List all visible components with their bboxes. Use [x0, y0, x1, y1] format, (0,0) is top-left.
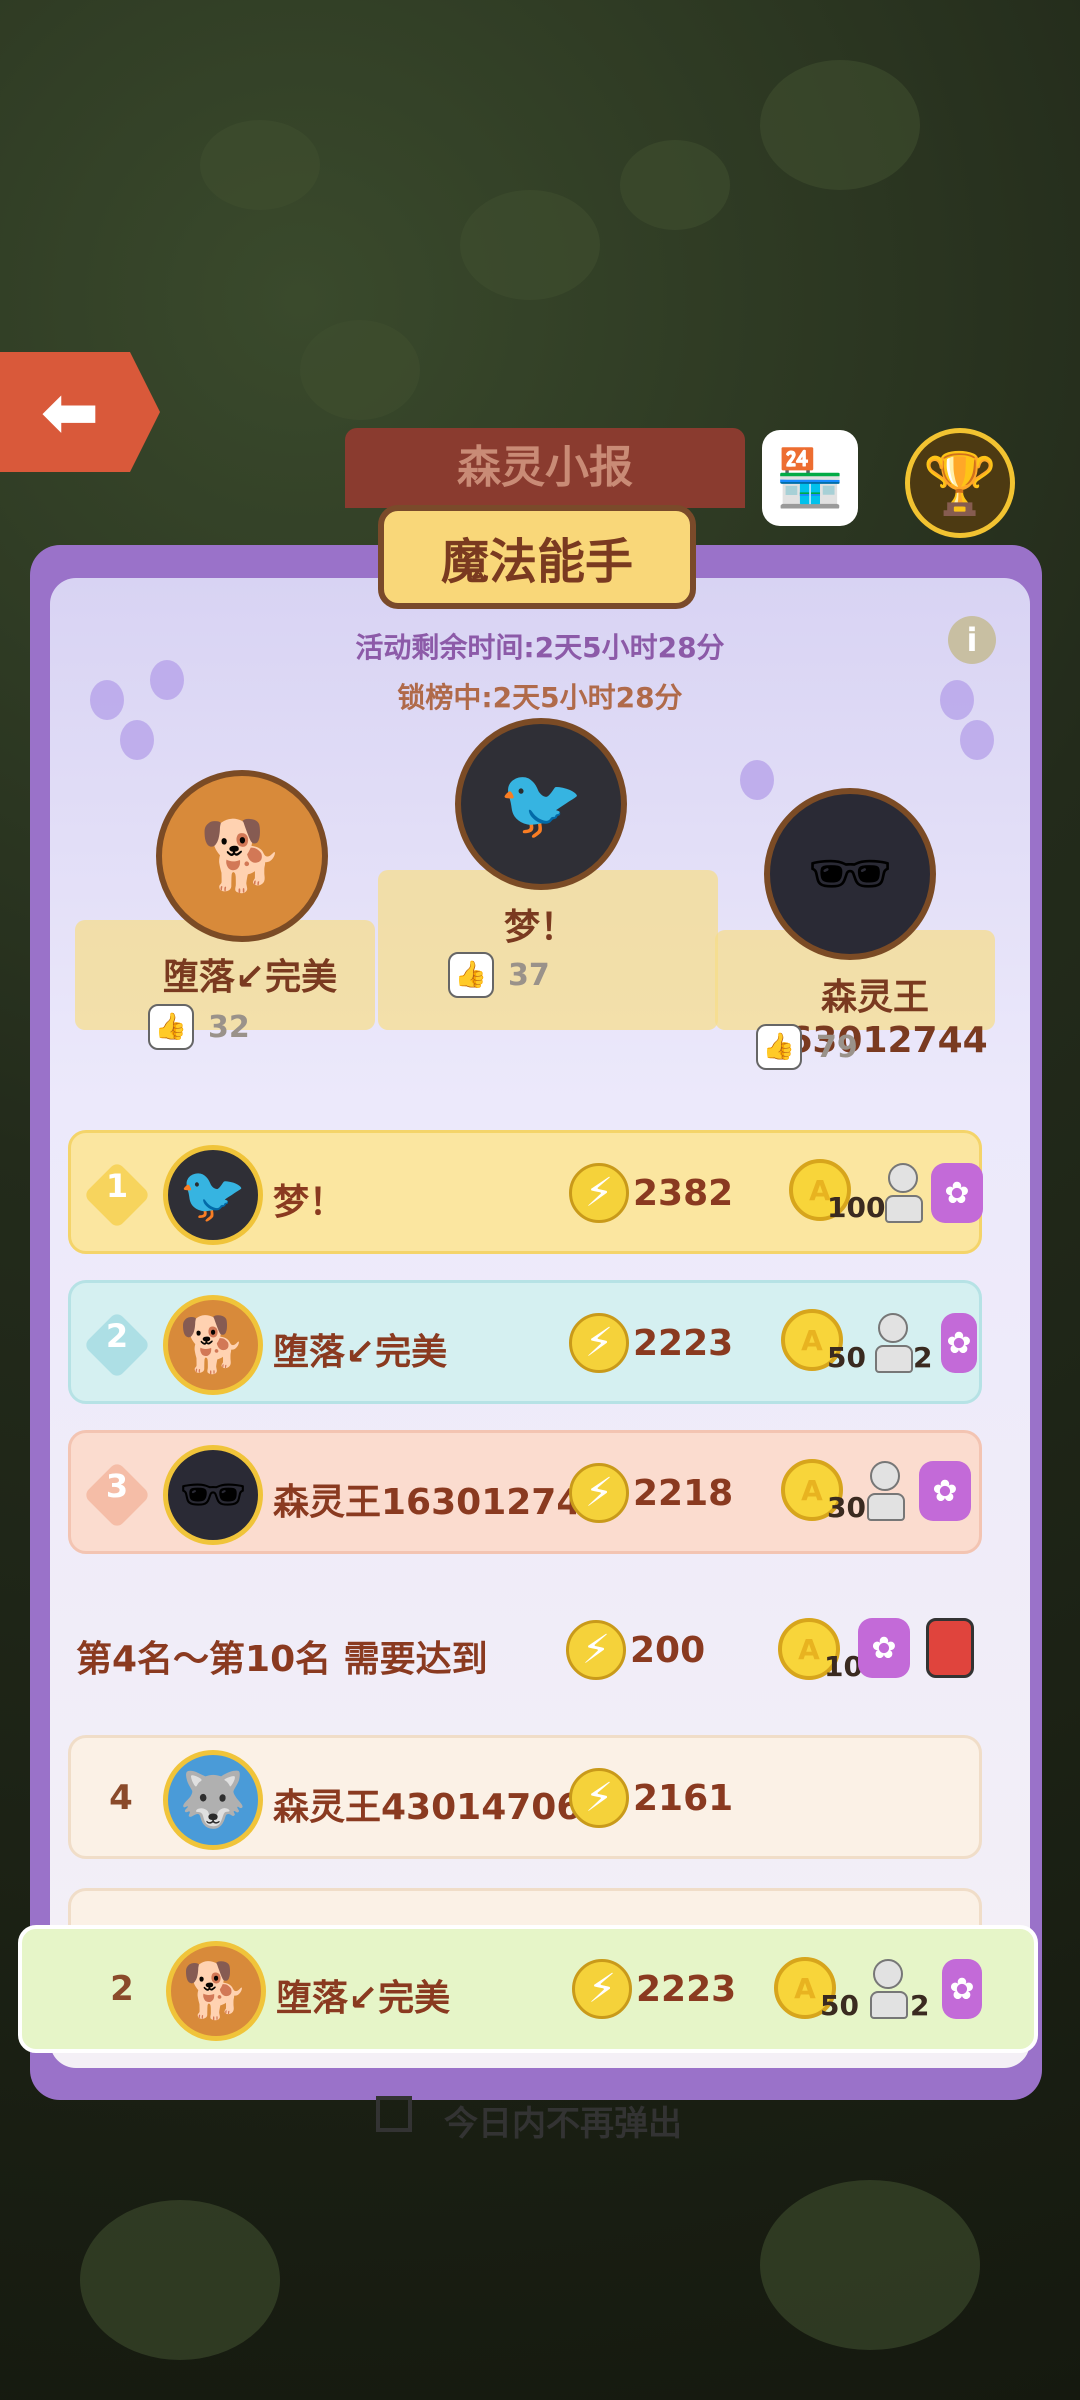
player-score: 2223 [633, 1323, 734, 1364]
bg-tree [760, 2180, 980, 2350]
player-avatar[interactable]: 🐦 [163, 1145, 263, 1245]
player-score: 2218 [633, 1473, 734, 1514]
podium-like-second[interactable]: 👍 32 [148, 1004, 250, 1050]
flower-basket-icon: ✿ [942, 1959, 982, 2019]
pawn-reward: 2 [910, 1989, 930, 2022]
bg-tree [620, 140, 730, 230]
leaderboard-row[interactable]: 2 🐕 堕落↙完美 ⚡ 2223 A 50 2 ✿ [68, 1280, 982, 1404]
podium-avatar-second[interactable]: 🐕 [156, 770, 328, 942]
player-name: 森灵王43014706 [273, 1787, 582, 1828]
player-avatar[interactable]: 🐕 [163, 1295, 263, 1395]
flower-basket-icon: ✿ [858, 1618, 910, 1678]
lightning-icon: ⚡ [566, 1620, 626, 1680]
lock-time: 锁榜中:2天5小时28分 [397, 681, 683, 714]
leaderboard-row[interactable]: 4 🐺 森灵王43014706 ⚡ 2161 [68, 1735, 982, 1859]
bg-tree [300, 320, 420, 420]
player-name: 森灵王163012744 [273, 1482, 607, 1523]
podium-like-first[interactable]: 👍 37 [448, 952, 550, 998]
back-button[interactable]: ⬅ [0, 352, 160, 472]
player-avatar[interactable]: 🕶 [163, 1445, 263, 1545]
rank-number: 1 [105, 1167, 129, 1205]
my-name: 堕落↙完美 [276, 1978, 451, 2019]
rank-number: 2 [105, 1317, 129, 1355]
thumbs-up-icon[interactable]: 👍 [448, 952, 494, 998]
like-count: 37 [508, 957, 550, 993]
player-score: 2382 [633, 1173, 734, 1214]
thumbs-up-icon[interactable]: 👍 [148, 1004, 194, 1050]
lavender-decoration [960, 720, 994, 760]
lightning-icon: ⚡ [569, 1313, 629, 1373]
bg-tree [760, 60, 920, 190]
requirement-score: 200 [630, 1630, 706, 1671]
player-name: 梦！ [273, 1182, 346, 1223]
podium-name-second: 堕落↙完美 [162, 957, 338, 998]
podium-first [378, 870, 718, 1030]
rank-requirement-row: 第4名～第10名 需要达到 ⚡ 200 A 10 ✿ [68, 1604, 982, 1694]
requirement-text: 第4名～第10名 需要达到 [76, 1639, 488, 1680]
do-not-show-today-label[interactable]: 今日内不再弹出 [444, 2096, 682, 2145]
activity-time-remaining: 活动剩余时间:2天5小时28分 [355, 631, 725, 664]
coin-reward: 50 [827, 1341, 866, 1374]
player-name: 堕落↙完美 [273, 1332, 448, 1373]
pawn-icon [870, 1959, 908, 2019]
leaderboard-row[interactable]: 1 🐦 梦！ ⚡ 2382 A 100 ✿ [68, 1130, 983, 1254]
bg-tree [80, 2200, 280, 2360]
back-arrow-icon: ⬅ [40, 371, 100, 453]
shop-icon[interactable]: 🏪 [762, 430, 858, 526]
flower-basket-icon: ✿ [931, 1163, 983, 1223]
my-avatar[interactable]: 🐕 [166, 1941, 266, 2041]
player-avatar[interactable]: 🐺 [163, 1750, 263, 1850]
lavender-decoration [740, 760, 774, 800]
news-banner: 森灵小报 [345, 428, 745, 508]
lightning-icon: ⚡ [569, 1463, 629, 1523]
like-count: 32 [208, 1009, 250, 1045]
leaderboard-row[interactable]: 3 🕶 森灵王163012744 ⚡ 2218 A 30 ✿ [68, 1430, 982, 1554]
rank-number: 4 [109, 1778, 133, 1818]
lightning-icon: ⚡ [569, 1163, 629, 1223]
bg-tree [200, 120, 320, 210]
do-not-show-today-checkbox[interactable] [376, 2096, 412, 2132]
podium-like-third[interactable]: 👍 79 [756, 1024, 858, 1070]
gift-box-icon [926, 1618, 974, 1678]
my-rank-row[interactable]: 2 🐕 堕落↙完美 ⚡ 2223 A 50 2 ✿ [18, 1925, 1038, 2053]
coin-reward: 30 [827, 1491, 866, 1524]
lightning-icon: ⚡ [569, 1768, 629, 1828]
lightning-icon: ⚡ [572, 1959, 632, 2019]
panel-title: 魔法能手 [378, 505, 696, 609]
thumbs-up-icon[interactable]: 👍 [756, 1024, 802, 1070]
pawn-reward: 2 [913, 1341, 933, 1374]
like-count: 79 [816, 1029, 858, 1065]
flower-basket-icon: ✿ [919, 1461, 971, 1521]
podium-name-first: 梦！ [503, 907, 576, 948]
coin-reward: 100 [827, 1191, 886, 1224]
my-score: 2223 [636, 1969, 737, 2010]
pawn-icon [875, 1313, 913, 1373]
coin-reward: 50 [820, 1989, 859, 2022]
flower-basket-icon: ✿ [941, 1313, 977, 1373]
rank-number: 3 [105, 1467, 129, 1505]
pawn-icon [867, 1461, 905, 1521]
bg-tree [460, 190, 600, 300]
pawn-icon [885, 1163, 923, 1223]
my-rank-number: 2 [110, 1969, 134, 2009]
podium-avatar-first[interactable]: 🐦 [455, 718, 627, 890]
podium-avatar-third[interactable]: 🕶 [764, 788, 936, 960]
player-score: 2161 [633, 1778, 734, 1819]
lavender-decoration [120, 720, 154, 760]
trophy-icon[interactable]: 🏆 [905, 428, 1015, 538]
